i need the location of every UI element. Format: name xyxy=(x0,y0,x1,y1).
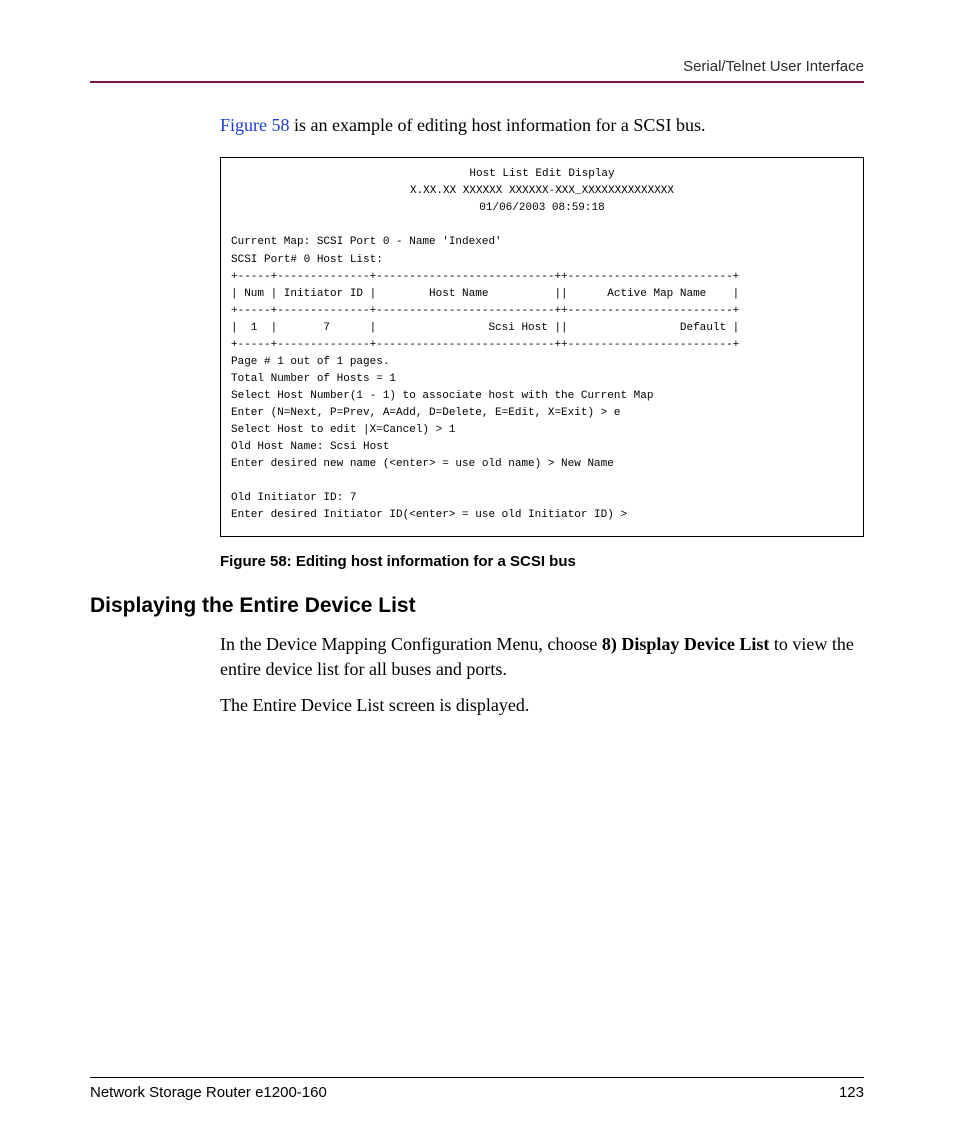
body-column: Figure 58 is an example of editing host … xyxy=(220,113,864,717)
console-line: +-----+--------------+------------------… xyxy=(231,339,739,351)
intro-paragraph: Figure 58 is an example of editing host … xyxy=(220,113,864,137)
console-title: Host List Edit Display xyxy=(231,166,853,183)
console-line: Current Map: SCSI Port 0 - Name 'Indexed… xyxy=(231,236,502,248)
console-line: Old Initiator ID: 7 xyxy=(231,492,356,504)
console-line: Select Host to edit |X=Cancel) > 1 xyxy=(231,424,455,436)
running-header: Serial/Telnet User Interface xyxy=(90,58,864,75)
console-screenshot: Host List Edit DisplayX.XX.XX XXXXXX XXX… xyxy=(220,157,864,537)
console-line: Enter desired Initiator ID(<enter> = use… xyxy=(231,509,627,521)
console-version: X.XX.XX XXXXXX XXXXXX-XXX_XXXXXXXXXXXXXX xyxy=(231,183,853,200)
page-footer: Network Storage Router e1200-160 123 xyxy=(90,1077,864,1101)
console-line: Enter (N=Next, P=Prev, A=Add, D=Delete, … xyxy=(231,407,620,419)
console-line: SCSI Port# 0 Host List: xyxy=(231,254,383,266)
intro-rest: is an example of editing host informatio… xyxy=(290,115,706,135)
header-rule xyxy=(90,81,864,83)
footer-row: Network Storage Router e1200-160 123 xyxy=(90,1084,864,1101)
footer-doc-title: Network Storage Router e1200-160 xyxy=(90,1084,327,1101)
console-line: Old Host Name: Scsi Host xyxy=(231,441,389,453)
section-heading: Displaying the Entire Device List xyxy=(90,594,864,618)
footer-page-number: 123 xyxy=(839,1084,864,1101)
paragraph: In the Device Mapping Configuration Menu… xyxy=(220,632,864,681)
figure-link[interactable]: Figure 58 xyxy=(220,115,290,135)
console-line: Select Host Number(1 - 1) to associate h… xyxy=(231,390,653,402)
console-line: +-----+--------------+------------------… xyxy=(231,305,739,317)
console-line: Total Number of Hosts = 1 xyxy=(231,373,396,385)
footer-rule xyxy=(90,1077,864,1078)
console-line: | Num | Initiator ID | Host Name || Acti… xyxy=(231,288,739,300)
para-text: In the Device Mapping Configuration Menu… xyxy=(220,634,602,654)
console-line: | 1 | 7 | Scsi Host || Default | xyxy=(231,322,739,334)
console-timestamp: 01/06/2003 08:59:18 xyxy=(231,200,853,217)
menu-choice-bold: 8) Display Device List xyxy=(602,634,769,654)
paragraph: The Entire Device List screen is display… xyxy=(220,693,864,717)
figure-caption: Figure 58: Editing host information for … xyxy=(220,553,864,570)
console-line: +-----+--------------+------------------… xyxy=(231,271,739,283)
console-line: Page # 1 out of 1 pages. xyxy=(231,356,389,368)
page: Serial/Telnet User Interface Figure 58 i… xyxy=(0,0,954,1145)
console-line: Enter desired new name (<enter> = use ol… xyxy=(231,458,614,470)
